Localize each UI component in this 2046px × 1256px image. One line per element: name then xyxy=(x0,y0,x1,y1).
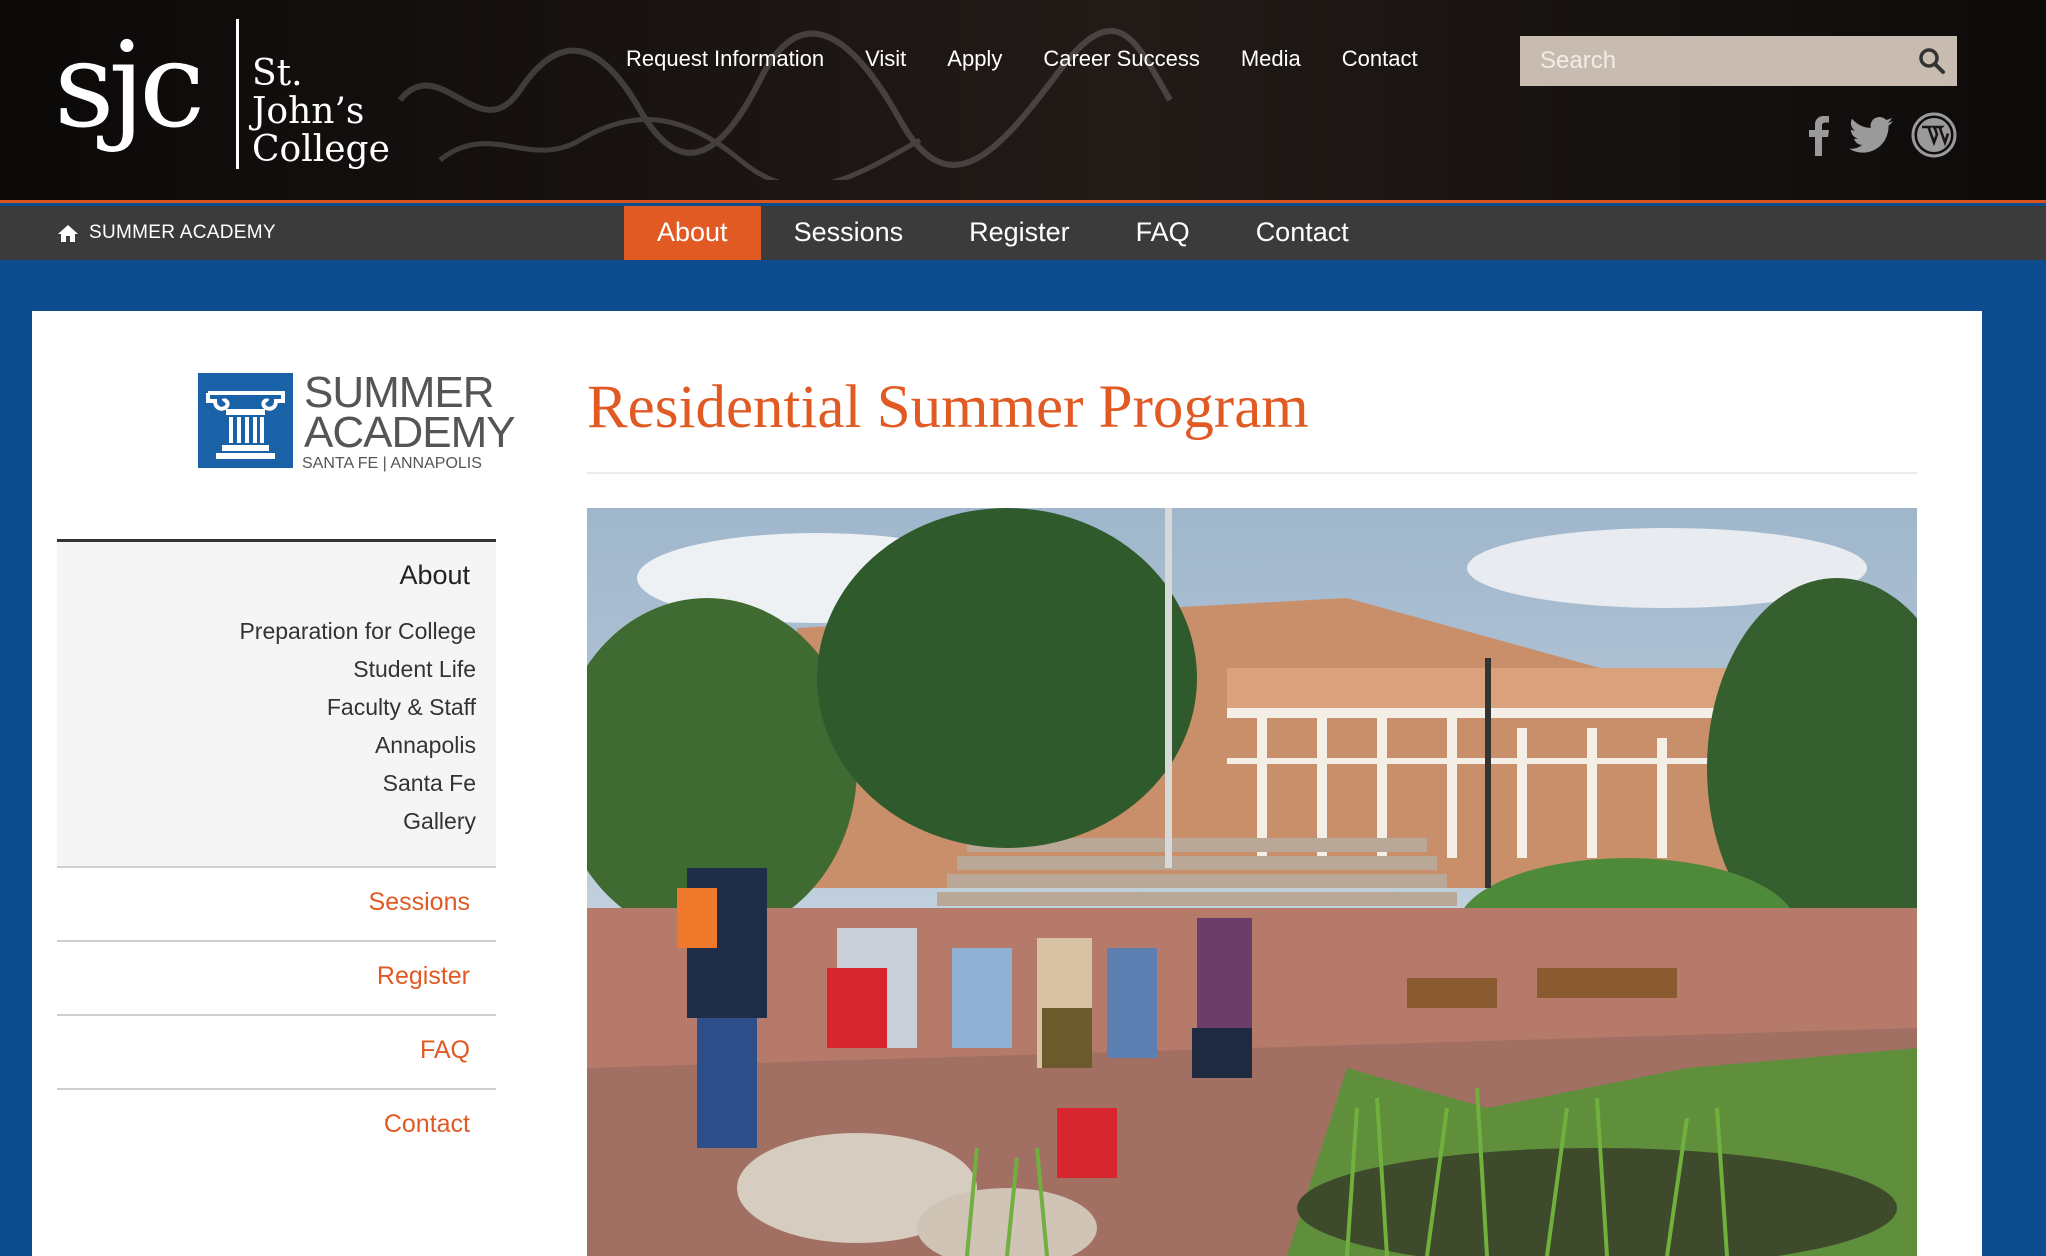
tab-faq[interactable]: FAQ xyxy=(1103,206,1223,260)
title-divider xyxy=(587,472,1917,474)
logo-name-line1: St. John’s xyxy=(252,53,365,132)
top-nav-visit[interactable]: Visit xyxy=(865,46,906,72)
logo-name: St. John’s College xyxy=(252,55,424,169)
search-icon[interactable] xyxy=(1907,36,1957,86)
logo-divider xyxy=(236,19,239,169)
social-links xyxy=(1805,112,1975,158)
campus-photo xyxy=(587,508,1917,1256)
column-icon xyxy=(198,373,293,468)
top-nav-contact[interactable]: Contact xyxy=(1342,46,1418,72)
wordpress-icon[interactable] xyxy=(1911,112,1957,158)
top-nav-request-information[interactable]: Request Information xyxy=(626,46,824,72)
logo-name-line2: College xyxy=(252,129,390,170)
logo-mark: sjc xyxy=(54,16,205,154)
sa-title-line2: ACADEMY xyxy=(304,408,516,457)
section-tabs: About Sessions Register FAQ Contact xyxy=(624,206,1382,260)
sidebar-item-santa-fe[interactable]: Santa Fe xyxy=(57,764,476,802)
sa-title-line1: SUMMER xyxy=(304,368,495,417)
content-panel: SUMMER ACADEMY SANTA FE | ANNAPOLIS Abou… xyxy=(32,311,1982,1256)
sidebar-item-contact[interactable]: Contact xyxy=(57,1090,496,1164)
tab-register[interactable]: Register xyxy=(936,206,1103,260)
search-box xyxy=(1520,36,1957,86)
header-background-handwriting xyxy=(397,28,1173,180)
sidebar-item-register[interactable]: Register xyxy=(57,942,496,1016)
top-nav-apply[interactable]: Apply xyxy=(947,46,1002,72)
twitter-icon[interactable] xyxy=(1849,117,1893,153)
sidebar-menu: About Preparation for College Student Li… xyxy=(57,539,496,1164)
tab-about[interactable]: About xyxy=(624,206,761,260)
section-nav: SUMMER ACADEMY About Sessions Register F… xyxy=(0,206,2046,260)
tab-contact[interactable]: Contact xyxy=(1223,206,1382,260)
home-icon xyxy=(58,224,78,242)
tab-sessions[interactable]: Sessions xyxy=(761,206,937,260)
page-title: Residential Summer Program xyxy=(587,374,1309,441)
sidebar-item-faq[interactable]: FAQ xyxy=(57,1016,496,1090)
search-input[interactable] xyxy=(1520,36,1907,86)
home-crumb-label: SUMMER ACADEMY xyxy=(89,222,276,243)
site-header: sjc St. John’s College Request Informati… xyxy=(0,0,2046,203)
facebook-icon[interactable] xyxy=(1805,114,1831,156)
sidebar-item-gallery[interactable]: Gallery xyxy=(57,802,476,840)
summer-academy-subtitle: SANTA FE | ANNAPOLIS xyxy=(302,455,482,472)
top-nav-media[interactable]: Media xyxy=(1241,46,1301,72)
summer-academy-logo[interactable]: SUMMER ACADEMY SANTA FE | ANNAPOLIS xyxy=(198,368,528,473)
sidebar-item-faculty-staff[interactable]: Faculty & Staff xyxy=(57,688,476,726)
top-nav-career-success[interactable]: Career Success xyxy=(1043,46,1200,72)
sidebar-item-sessions[interactable]: Sessions xyxy=(57,868,496,942)
sidebar-item-student-life[interactable]: Student Life xyxy=(57,650,476,688)
top-nav: Request Information Visit Apply Career S… xyxy=(626,46,1459,72)
summer-academy-title: SUMMER ACADEMY xyxy=(304,368,516,457)
college-logo[interactable]: sjc St. John’s College xyxy=(54,15,424,175)
sidebar-item-annapolis[interactable]: Annapolis xyxy=(57,726,476,764)
summer-academy-home-link[interactable]: SUMMER ACADEMY xyxy=(57,206,276,260)
sidebar-item-about[interactable]: About xyxy=(57,556,476,594)
sidebar-item-preparation-for-college[interactable]: Preparation for College xyxy=(57,612,476,650)
sidebar-about-group: About Preparation for College Student Li… xyxy=(57,539,496,868)
